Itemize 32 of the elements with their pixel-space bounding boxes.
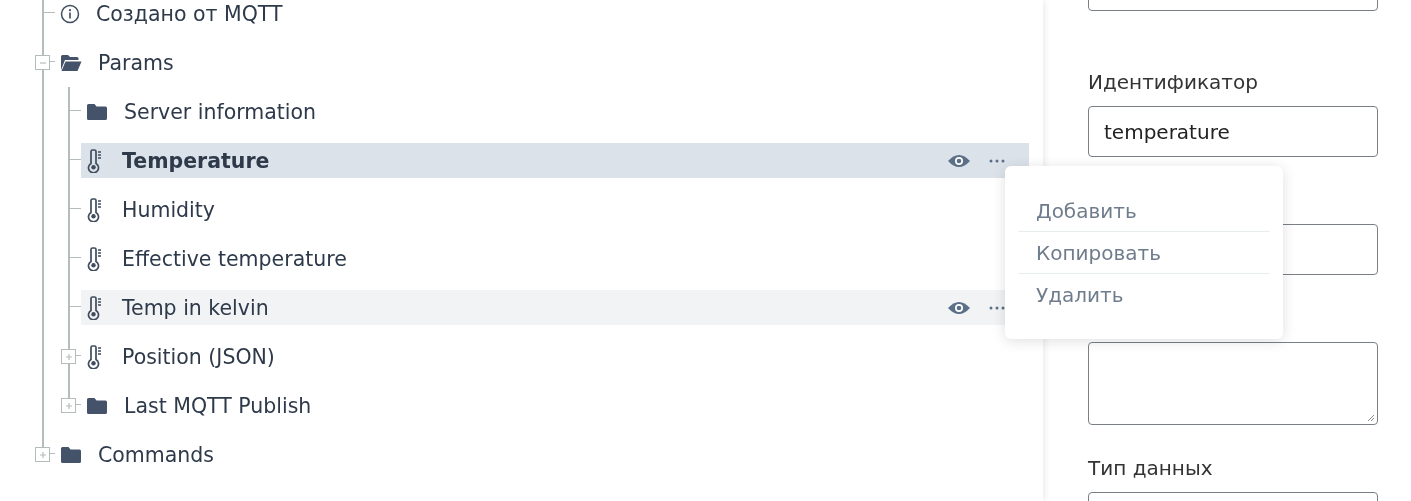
tree-item[interactable]: Position (JSON)	[81, 339, 1029, 374]
folder-icon	[60, 445, 82, 464]
text-area[interactable]	[1088, 342, 1378, 425]
folder-icon	[86, 396, 108, 415]
menu-item[interactable]: Удалить	[1018, 273, 1270, 315]
thermometer-icon	[86, 246, 104, 271]
thermometer-icon	[86, 344, 104, 369]
tree-item[interactable]: Server information	[81, 94, 1029, 129]
input-field[interactable]: temperature	[1088, 106, 1378, 157]
tree-item[interactable]: Last MQTT Publish	[81, 388, 1029, 423]
open-folder-icon	[60, 53, 82, 72]
field-label: Идентификатор	[1088, 70, 1258, 94]
more-icon[interactable]	[989, 304, 1005, 311]
tree-item[interactable]: Params	[55, 45, 1029, 80]
thermometer-icon	[86, 295, 104, 320]
field-label: Тип данных	[1088, 456, 1213, 480]
expand-toggle[interactable]	[35, 55, 50, 70]
thermometer-icon	[86, 197, 104, 222]
info-icon	[60, 3, 80, 24]
thermometer-icon	[86, 148, 104, 173]
resize-grip-icon[interactable]	[1367, 414, 1375, 422]
expand-toggle[interactable]	[35, 447, 50, 462]
expand-toggle[interactable]	[61, 398, 76, 413]
more-icon[interactable]	[989, 157, 1005, 164]
tree-item[interactable]: Temperature	[81, 143, 1029, 178]
folder-icon	[86, 102, 108, 121]
eye-icon[interactable]	[947, 152, 971, 169]
tree-item[interactable]: Создано от MQTT	[55, 0, 1029, 31]
menu-item[interactable]: Копировать	[1018, 231, 1270, 273]
tree-item[interactable]: Commands	[55, 437, 1029, 472]
expand-toggle[interactable]	[61, 349, 76, 364]
eye-icon[interactable]	[947, 299, 971, 316]
